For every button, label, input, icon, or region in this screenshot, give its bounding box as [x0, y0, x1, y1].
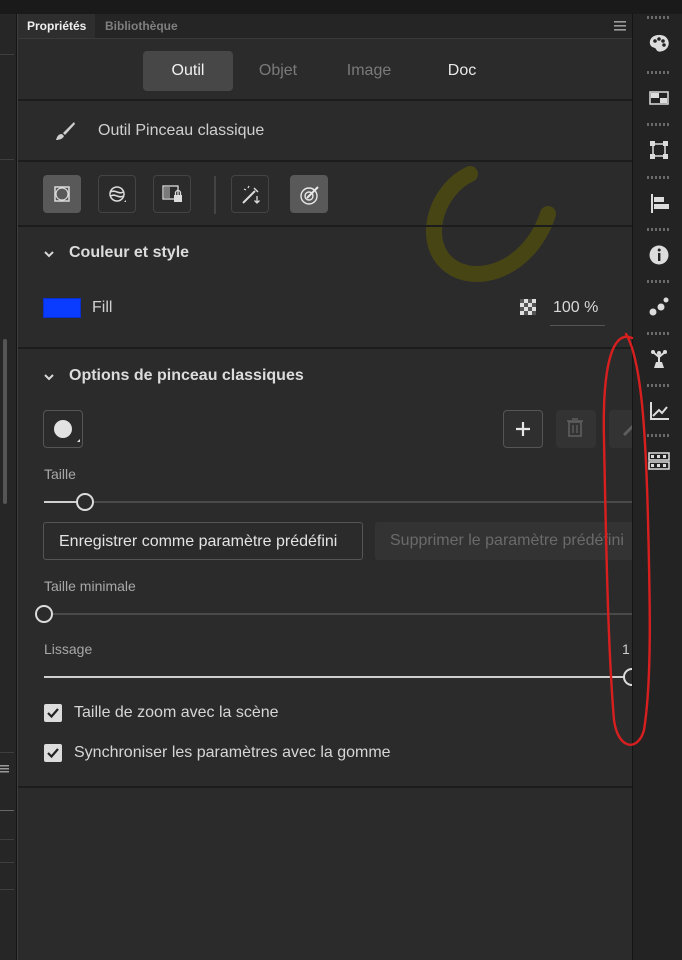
divider: [18, 99, 632, 101]
chevron-down-icon[interactable]: [43, 248, 55, 260]
stage-divider: [0, 889, 14, 890]
tab-library[interactable]: Bibliothèque: [96, 14, 187, 38]
tilt-button[interactable]: [290, 175, 328, 213]
red-circle-annotation: [602, 332, 651, 746]
dock-grip: [647, 123, 671, 126]
properties-panel: Propriétés Bibliothèque Outil Objet Imag…: [17, 14, 632, 960]
section-title-color-style[interactable]: Couleur et style: [69, 244, 189, 262]
size-label: Taille: [44, 466, 76, 482]
panel-tab-bar: Propriétés Bibliothèque: [18, 14, 632, 39]
checkerboard-alpha-icon: [520, 299, 536, 315]
segment-image[interactable]: Image: [323, 51, 415, 91]
stylus-tilt-icon: [300, 186, 319, 205]
segment-doc[interactable]: Doc: [422, 51, 502, 91]
checkmark-icon: [47, 748, 59, 759]
min-size-label: Taille minimale: [44, 578, 136, 594]
brush-shape-picker[interactable]: [43, 410, 83, 448]
dock-color-button[interactable]: [633, 14, 682, 64]
smoothing-label: Lissage: [44, 641, 93, 657]
divider: [18, 225, 632, 227]
stage-divider: [0, 752, 14, 753]
toolbar-separator: [214, 176, 216, 214]
top-strip: [0, 0, 682, 15]
color-palette-icon: [649, 35, 669, 52]
chevron-down-icon[interactable]: [43, 371, 55, 383]
pressure-button[interactable]: [231, 175, 269, 213]
object-drawing-mode-button[interactable]: [43, 175, 81, 213]
divider: [18, 347, 632, 349]
lock-fill-icon: [162, 185, 182, 202]
segment-tool[interactable]: Outil: [143, 51, 233, 91]
dock-transform-button[interactable]: [633, 121, 682, 171]
stage-divider: [0, 54, 14, 55]
stage-divider: [0, 862, 14, 863]
zoom-size-label: Taille de zoom avec la scène: [74, 704, 279, 721]
align-icon: [651, 194, 669, 213]
dock-info-button[interactable]: [633, 226, 682, 276]
panel-menu-icon[interactable]: [614, 20, 626, 32]
fill-label: Fill: [92, 299, 113, 316]
tab-properties[interactable]: Propriétés: [18, 14, 96, 38]
assets-icon: [649, 297, 669, 316]
zoom-size-checkbox[interactable]: [44, 704, 62, 722]
brush-mode-button[interactable]: [98, 175, 136, 213]
segment-object[interactable]: Objet: [240, 51, 316, 91]
sync-eraser-checkbox[interactable]: [44, 744, 62, 762]
magic-wand-pressure-icon: [242, 185, 260, 204]
tool-title: Outil Pinceau classique: [98, 122, 265, 139]
dock-grip: [647, 16, 671, 19]
size-slider-track[interactable]: [44, 501, 632, 503]
dock-grip: [647, 228, 671, 231]
info-icon: [649, 245, 669, 265]
divider: [18, 786, 632, 788]
min-size-slider-track[interactable]: [44, 613, 632, 615]
paint-brush-icon: [56, 122, 75, 140]
lock-fill-button[interactable]: [153, 175, 191, 213]
dock-grip: [647, 176, 671, 179]
delete-preset-text-button[interactable]: Supprimer le paramètre prédéfini: [375, 522, 632, 560]
section-title-brush-options[interactable]: Options de pinceau classiques: [69, 367, 304, 385]
swatches-icon: [649, 91, 669, 105]
dock-swatches-button[interactable]: [633, 69, 682, 119]
dock-align-button[interactable]: [633, 174, 682, 224]
min-size-slider-knob[interactable]: [35, 605, 53, 623]
delete-preset-button[interactable]: [556, 410, 596, 448]
object-drawing-icon: [54, 186, 70, 202]
brush-stroke-mark: [426, 166, 556, 282]
fill-color-swatch[interactable]: [43, 298, 81, 318]
stage-divider: [0, 839, 14, 840]
checkmark-icon: [47, 708, 59, 719]
size-slider-knob[interactable]: [76, 493, 95, 511]
hamburger-icon[interactable]: [0, 764, 10, 774]
fill-opacity-value[interactable]: 100 %: [553, 299, 598, 317]
add-preset-button[interactable]: [503, 410, 543, 448]
stage-edge: [0, 14, 17, 960]
stage-divider: [0, 159, 14, 160]
brush-mode-icon: [109, 186, 126, 202]
circle-brush-shape-icon: [54, 420, 80, 442]
trash-icon: [567, 418, 583, 437]
dock-grip: [647, 71, 671, 74]
sync-eraser-label: Synchroniser les paramètres avec la gomm…: [74, 744, 391, 761]
stage-scrollbar[interactable]: [3, 339, 7, 504]
save-preset-button[interactable]: Enregistrer comme paramètre prédéfini: [43, 522, 363, 560]
stage-divider: [0, 810, 14, 811]
plus-icon: [516, 422, 530, 436]
smoothing-slider-fill: [44, 676, 632, 678]
dock-grip: [647, 280, 671, 283]
transform-icon: [650, 141, 668, 159]
